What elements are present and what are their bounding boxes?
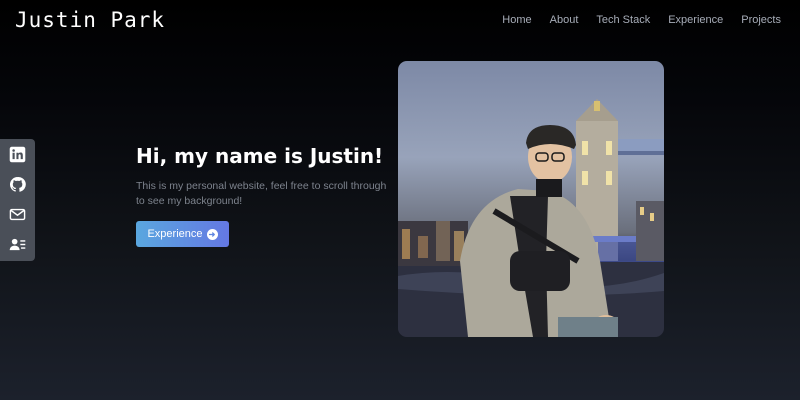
contact-card-icon[interactable] xyxy=(9,235,27,253)
experience-button-label: Experience xyxy=(147,228,203,240)
mail-icon[interactable] xyxy=(9,205,27,223)
top-nav: Home About Tech Stack Experience Project… xyxy=(502,14,781,26)
nav-about-link[interactable]: About xyxy=(550,14,579,26)
nav-experience-link[interactable]: Experience xyxy=(668,14,723,26)
profile-photo xyxy=(398,61,664,337)
site-logo-name[interactable]: Justin Park xyxy=(15,8,165,32)
nav-projects-link[interactable]: Projects xyxy=(741,14,781,26)
arrow-right-circle-icon: ➜ xyxy=(206,228,218,240)
hero-subtitle: This is my personal website, feel free t… xyxy=(136,180,387,207)
nav-home-link[interactable]: Home xyxy=(502,14,531,26)
github-icon[interactable] xyxy=(9,175,27,193)
experience-button[interactable]: Experience ➜ xyxy=(136,221,229,247)
hero-title: Hi, my name is Justin! xyxy=(136,144,384,168)
social-sidebar xyxy=(0,139,35,261)
linkedin-icon[interactable] xyxy=(9,145,27,163)
nav-tech-stack-link[interactable]: Tech Stack xyxy=(596,14,650,26)
